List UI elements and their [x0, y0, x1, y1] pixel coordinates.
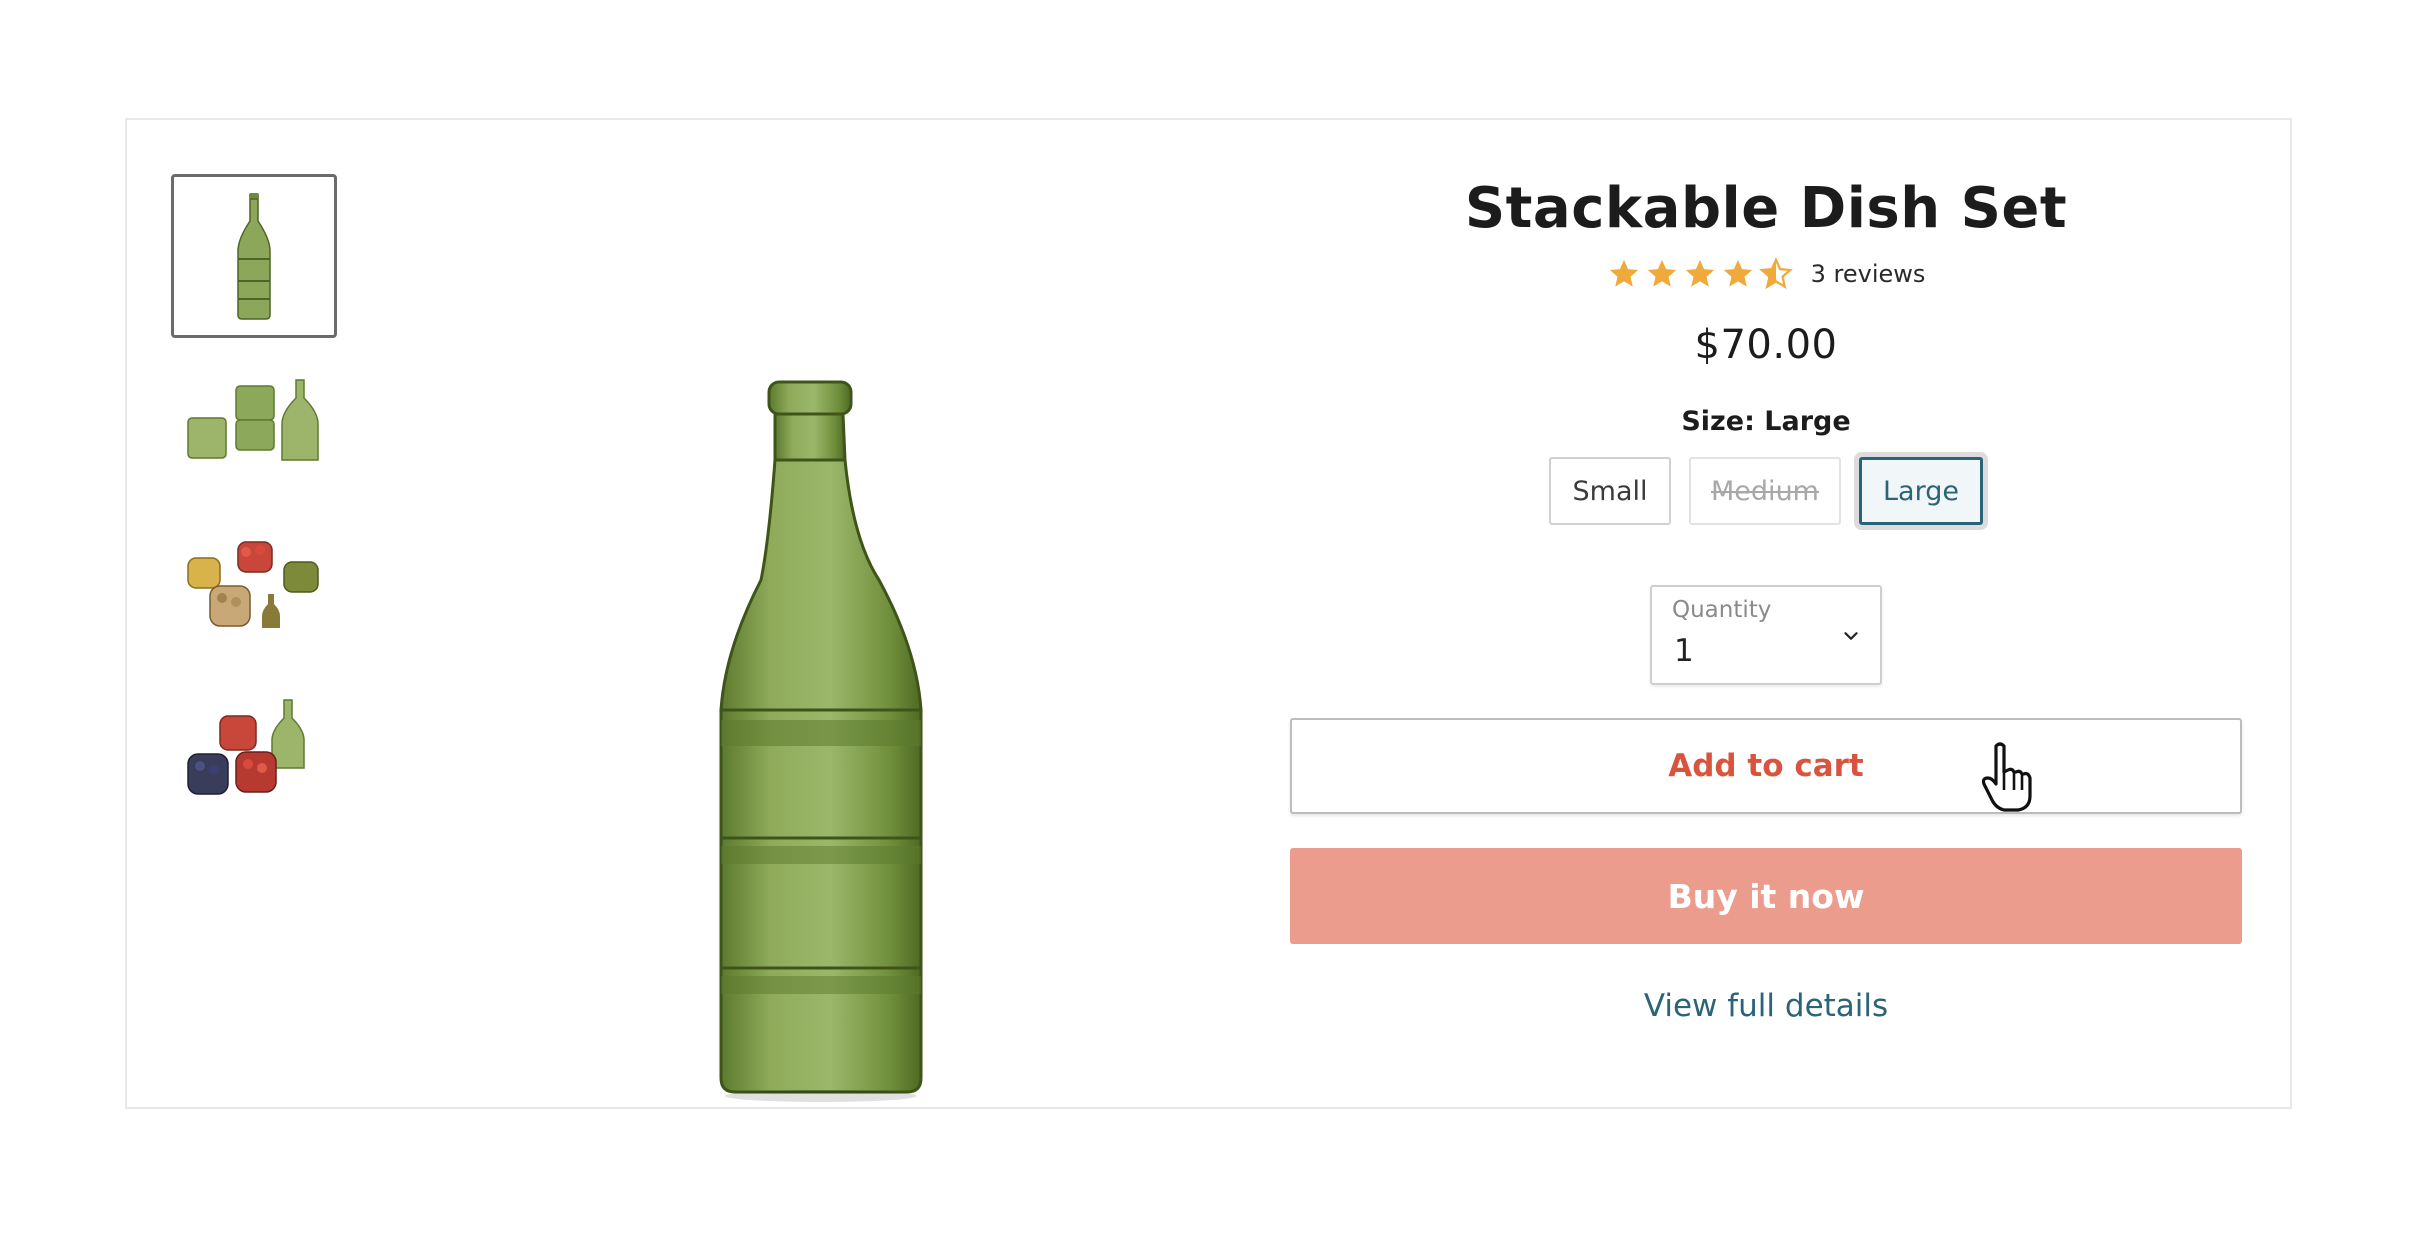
- size-option-large[interactable]: Large: [1859, 457, 1983, 526]
- chevron-down-icon: [1844, 632, 1858, 641]
- thumbnail-gallery: [171, 174, 339, 834]
- size-options: Small Medium Large: [1290, 457, 2242, 526]
- add-to-cart-label: Add to cart: [1668, 748, 1864, 785]
- size-label: Size: Large: [1681, 406, 1851, 438]
- view-full-details-link[interactable]: View full details: [1644, 988, 1888, 1024]
- product-card: Stackable Dish Set 3 reviews $70.00 Size…: [125, 118, 2292, 1109]
- size-option-small[interactable]: Small: [1549, 457, 1671, 526]
- quantity-select[interactable]: Quantity 1: [1650, 585, 1882, 686]
- thumbnail-bowls-with-nuts[interactable]: [171, 504, 337, 668]
- star-icon: [1685, 260, 1714, 287]
- bottle-thumbnail-image: [237, 193, 271, 320]
- product-price: $70.00: [1694, 322, 1838, 369]
- star-icon: [1647, 260, 1676, 287]
- star-icon: [1723, 260, 1752, 287]
- product-info: Stackable Dish Set 3 reviews $70.00 Size…: [1290, 170, 2242, 1024]
- bowls-thumbnail-image: [187, 379, 319, 461]
- product-title: Stackable Dish Set: [1464, 176, 2068, 241]
- bowls-berries-thumbnail-image: [187, 699, 305, 795]
- star-rating: [1607, 257, 1793, 291]
- bowls-nuts-thumbnail-image: [187, 541, 319, 628]
- reviews-count[interactable]: 3 reviews: [1811, 260, 1926, 288]
- add-to-cart-button[interactable]: Add to cart: [1290, 718, 2242, 815]
- buy-now-button[interactable]: Buy it now: [1290, 848, 2242, 945]
- thumbnail-bottle-stacked[interactable]: [171, 174, 337, 338]
- rating-row: 3 reviews: [1290, 250, 2242, 298]
- size-option-medium[interactable]: Medium: [1689, 457, 1841, 526]
- half-star-icon: [1758, 257, 1793, 290]
- star-icon: [1609, 260, 1638, 287]
- thumbnail-bowls-and-bottle[interactable]: [171, 339, 337, 503]
- main-product-image: [657, 250, 997, 1110]
- hand-cursor-icon: [1981, 742, 2032, 812]
- thumbnail-bowls-with-berries[interactable]: [171, 669, 337, 833]
- quantity-label: Quantity: [1672, 597, 1772, 624]
- quantity-value: 1: [1674, 633, 1694, 670]
